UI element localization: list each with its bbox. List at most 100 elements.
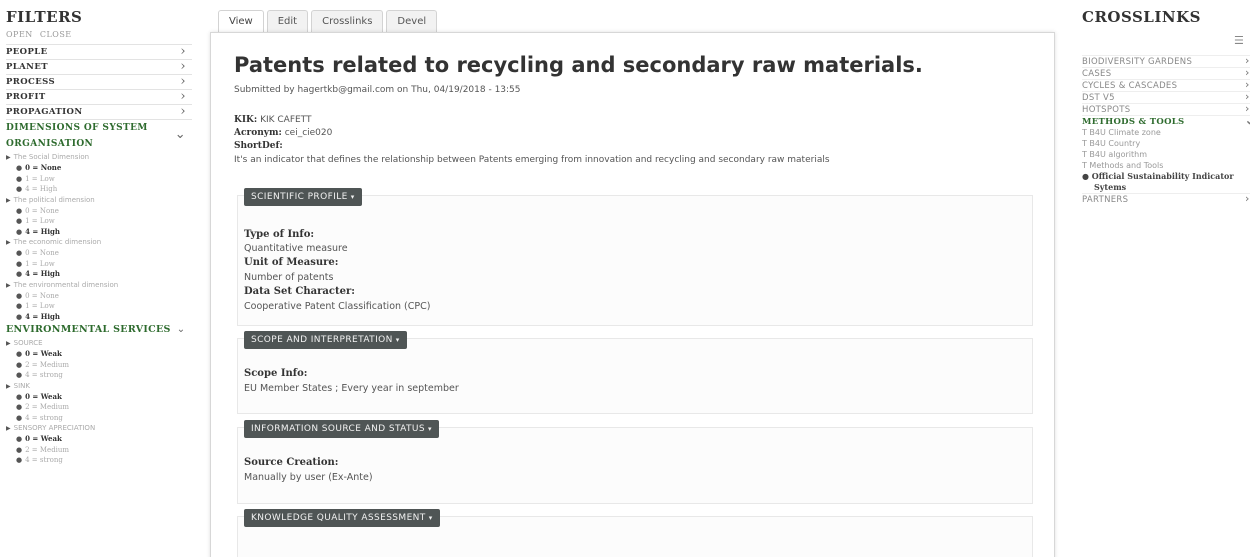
crosslink-item[interactable]: HOTSPOTS › bbox=[1082, 103, 1250, 115]
method-item-selected-cont[interactable]: Sytems bbox=[1082, 182, 1250, 193]
dimension-environmental[interactable]: ▶ The environmental dimension bbox=[6, 280, 192, 291]
bullet-icon: ● bbox=[16, 413, 23, 422]
filter-category-process[interactable]: PROCESS › bbox=[6, 74, 192, 89]
dimension-label: The Social Dimension bbox=[13, 153, 90, 161]
tab-crosslinks[interactable]: Crosslinks bbox=[311, 10, 384, 34]
acronym-value: cei_cie020 bbox=[284, 128, 333, 138]
filter-category-propagation[interactable]: PROPAGATION › bbox=[6, 104, 192, 119]
filter-option[interactable]: ● 1 = Low bbox=[6, 174, 192, 185]
option-label: 4 = High bbox=[25, 226, 60, 236]
filter-category-dimensions[interactable]: DIMENSIONS OF SYSTEM ORGANISATION ⌄ bbox=[6, 119, 192, 152]
option-label: 0 = Weak bbox=[25, 391, 62, 401]
field-value: Cooperative Patent Classification (CPC) bbox=[244, 301, 431, 312]
filter-option[interactable]: ● 0 = Weak bbox=[6, 434, 192, 445]
filter-category-environmental-services[interactable]: ENVIRONMENTAL SERVICES ⌄ bbox=[6, 322, 192, 338]
filter-category-people[interactable]: PEOPLE › bbox=[6, 44, 192, 59]
filter-category-profit[interactable]: PROFIT › bbox=[6, 89, 192, 104]
option-label: 1 = Low bbox=[25, 302, 55, 310]
env-source[interactable]: ▶ SOURCE bbox=[6, 338, 192, 349]
crosslink-item[interactable]: CASES › bbox=[1082, 67, 1250, 79]
filter-option[interactable]: ● 2 = Medium bbox=[6, 402, 192, 413]
close-all-link[interactable]: CLOSE bbox=[40, 30, 72, 39]
field-value: Number of patents bbox=[244, 272, 334, 283]
method-label: Official Sustainability Indicator bbox=[1091, 171, 1234, 181]
dimension-group: ▶ The Social Dimension ● 0 = None ● 1 = Low… bbox=[6, 152, 192, 322]
filter-option[interactable]: ● 1 = Low bbox=[6, 259, 192, 270]
filter-option[interactable]: ● 0 = None bbox=[6, 163, 192, 174]
option-label: 0 = Weak bbox=[25, 349, 62, 358]
method-item[interactable]: T B4U Country bbox=[1082, 138, 1250, 149]
bullet-icon: ● bbox=[16, 456, 23, 464]
filter-option[interactable]: ● 4 = strong bbox=[6, 370, 192, 381]
tab-edit[interactable]: Edit bbox=[266, 10, 309, 34]
field-label: Source Creation: bbox=[244, 457, 339, 468]
option-label: 0 = None bbox=[25, 249, 59, 257]
chevron-down-icon: ⌄ bbox=[1245, 114, 1250, 127]
crosslink-item[interactable]: CYCLES & CASCADES › bbox=[1082, 79, 1250, 91]
method-item[interactable]: T Methods and Tools bbox=[1082, 160, 1250, 171]
caret-down-icon: ▾ bbox=[395, 336, 400, 344]
chevron-right-icon: › bbox=[180, 44, 186, 59]
filter-option[interactable]: ● 2 = Medium bbox=[6, 445, 192, 456]
dimension-social[interactable]: ▶ The Social Dimension bbox=[6, 152, 192, 163]
env-label: SINK bbox=[13, 381, 30, 390]
chevron-right-icon: › bbox=[180, 89, 186, 104]
section-knowledge-quality: KNOWLEDGE QUALITY ASSESSMENT ▾ bbox=[237, 509, 1033, 557]
bullet-icon: ● bbox=[16, 206, 23, 215]
dimension-label: The environmental dimension bbox=[13, 280, 119, 289]
crosslink-methods-tools[interactable]: METHODS & TOOLS ⌄ bbox=[1082, 115, 1250, 127]
content-tabs: View Edit Crosslinks Devel bbox=[218, 9, 440, 34]
option-label: 4 = strong bbox=[25, 413, 63, 422]
filter-option[interactable]: ● 0 = Weak bbox=[6, 349, 192, 360]
crosslink-item[interactable]: BIODIVERSITY GARDENS › bbox=[1082, 55, 1250, 67]
field-value: Quantitative measure bbox=[244, 243, 348, 254]
triangle-right-icon: ▶ bbox=[6, 382, 11, 390]
page-title: Patents related to recycling and seconda… bbox=[234, 53, 923, 77]
option-label: 2 = Medium bbox=[25, 445, 70, 454]
section-button-label: SCIENTIFIC PROFILE bbox=[251, 192, 348, 202]
filter-option[interactable]: ● 1 = Low bbox=[6, 301, 192, 312]
filter-option[interactable]: ● 1 = Low bbox=[6, 216, 192, 227]
crosslink-item[interactable]: DST V5 › bbox=[1082, 91, 1250, 103]
triangle-right-icon: ▶ bbox=[6, 340, 11, 347]
env-sensory[interactable]: ▶ SENSORY APRECIATION bbox=[6, 423, 192, 434]
option-label: 2 = Medium bbox=[25, 403, 70, 411]
scope-interpretation-button[interactable]: SCOPE AND INTERPRETATION ▾ bbox=[244, 331, 407, 349]
dimension-political[interactable]: ▶ The political dimension bbox=[6, 195, 192, 206]
information-source-button[interactable]: INFORMATION SOURCE AND STATUS ▾ bbox=[244, 420, 439, 438]
env-sink[interactable]: ▶ SINK bbox=[6, 381, 192, 392]
crosslink-item-partners[interactable]: PARTNERS › bbox=[1082, 193, 1250, 205]
filter-option[interactable]: ● 4 = High bbox=[6, 184, 192, 195]
method-item[interactable]: T B4U Climate zone bbox=[1082, 127, 1250, 138]
bullet-icon: ● bbox=[16, 249, 23, 257]
filters-title: FILTERS bbox=[6, 8, 83, 26]
filter-option[interactable]: ● 0 = None bbox=[6, 206, 192, 217]
tab-devel[interactable]: Devel bbox=[386, 10, 438, 34]
filter-option[interactable]: ● 4 = strong bbox=[6, 413, 192, 424]
shortdef-label-row: ShortDef: bbox=[234, 141, 283, 151]
bullet-icon: ● bbox=[16, 360, 23, 369]
dimension-economic[interactable]: ▶ The economic dimension bbox=[6, 237, 192, 248]
section-scope-interpretation: SCOPE AND INTERPRETATION ▾ Scope Info: EU… bbox=[237, 331, 1033, 414]
filter-option[interactable]: ● 4 = strong bbox=[6, 455, 192, 466]
filter-category-planet[interactable]: PLANET › bbox=[6, 59, 192, 74]
filter-option[interactable]: ● 4 = High bbox=[6, 227, 192, 238]
open-all-link[interactable]: OPEN bbox=[6, 30, 33, 39]
list-view-icon[interactable]: ☰ bbox=[1234, 34, 1244, 47]
filter-option[interactable]: ● 4 = High bbox=[6, 269, 192, 280]
tab-view[interactable]: View bbox=[218, 10, 264, 34]
filter-option[interactable]: ● 2 = Medium bbox=[6, 360, 192, 371]
knowledge-quality-button[interactable]: KNOWLEDGE QUALITY ASSESSMENT ▾ bbox=[244, 509, 440, 527]
chevron-right-icon: › bbox=[180, 74, 186, 89]
filter-option[interactable]: ● 0 = None bbox=[6, 248, 192, 259]
option-label: 1 = Low bbox=[25, 217, 55, 225]
filter-option[interactable]: ● 0 = None bbox=[6, 291, 192, 302]
method-item[interactable]: T B4U algorithm bbox=[1082, 149, 1250, 160]
acronym-field: Acronym: cei_cie020 bbox=[234, 128, 332, 138]
env-label: SOURCE bbox=[13, 339, 43, 347]
filter-category-label: PROPAGATION bbox=[6, 107, 83, 117]
filter-option[interactable]: ● 0 = Weak bbox=[6, 392, 192, 403]
method-item-selected[interactable]: ● Official Sustainability Indicator bbox=[1082, 171, 1250, 182]
filter-option[interactable]: ● 4 = High bbox=[6, 312, 192, 323]
scientific-profile-button[interactable]: SCIENTIFIC PROFILE ▾ bbox=[244, 188, 362, 206]
